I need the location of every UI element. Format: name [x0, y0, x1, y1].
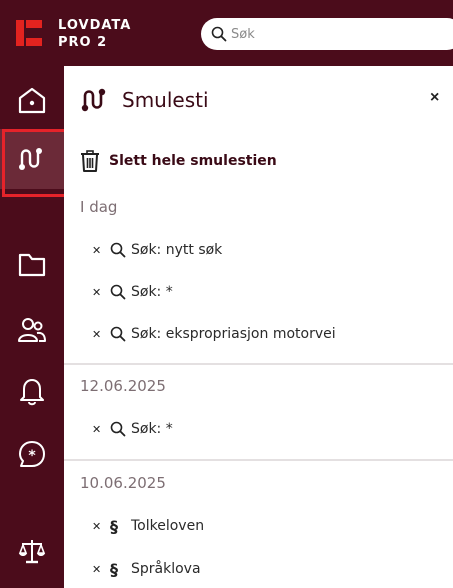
brand-line-1: LOVDATA: [58, 18, 132, 33]
search-input[interactable]: [231, 24, 451, 44]
breadcrumb-panel: Smulesti × Slett hele smulestien I dag ✕…: [64, 66, 453, 588]
panel-title: Smulesti: [122, 88, 209, 112]
group-divider: [64, 363, 453, 365]
list-item-label: Søk: ekspropriasjon motorvei: [131, 326, 336, 342]
nav-legal[interactable]: [0, 521, 64, 581]
brand-line-2: PRO 2: [58, 35, 108, 50]
search-icon: [211, 26, 227, 42]
nav-notifications[interactable]: [0, 361, 64, 421]
nav-breadcrumbs[interactable]: [0, 129, 70, 197]
remove-item-icon[interactable]: ✕: [92, 244, 101, 257]
nav-users[interactable]: [0, 300, 64, 360]
list-item[interactable]: ✕ Søk: *: [92, 419, 173, 439]
list-item-label: Språklova: [131, 561, 201, 577]
remove-item-icon[interactable]: ✕: [92, 286, 101, 299]
nav-home[interactable]: [0, 70, 64, 130]
paragraph-icon: §: [110, 559, 118, 579]
list-item-label: Søk: nytt søk: [131, 242, 223, 258]
remove-item-icon[interactable]: ✕: [92, 520, 101, 533]
list-item-label: Tolkeloven: [131, 518, 205, 534]
group-label-date: 12.06.2025: [80, 377, 166, 395]
nav-chat[interactable]: *: [0, 424, 64, 484]
scales-icon: [18, 540, 46, 564]
search-icon: [110, 284, 126, 300]
clear-all-label: Slett hele smulestien: [109, 153, 277, 169]
users-icon: [18, 318, 46, 342]
list-item[interactable]: ✕ Søk: ekspropriasjon motorvei: [92, 324, 336, 344]
paragraph-icon: §: [110, 516, 118, 536]
top-bar: LOVDATA PRO 2: [0, 0, 453, 66]
close-button[interactable]: ×: [430, 88, 439, 108]
breadcrumb-trail-icon: [81, 88, 106, 112]
left-nav-rail: *: [0, 66, 70, 588]
remove-item-icon[interactable]: ✕: [92, 328, 101, 341]
remove-item-icon[interactable]: ✕: [92, 423, 101, 436]
list-item[interactable]: ✕ Søk: nytt søk: [92, 240, 222, 260]
group-label-today: I dag: [80, 198, 118, 216]
group-label-date: 10.06.2025: [80, 474, 166, 492]
bell-icon: [20, 379, 44, 406]
group-divider: [64, 459, 453, 461]
lovdata-logo[interactable]: [16, 20, 42, 46]
list-item[interactable]: ✕ § Språklova: [92, 559, 201, 579]
breadcrumb-trail-icon: [19, 148, 42, 170]
list-item-label: Søk: *: [131, 421, 173, 437]
search-box[interactable]: [201, 18, 453, 50]
folder-icon: [18, 253, 46, 277]
trash-icon: [81, 150, 99, 172]
remove-item-icon[interactable]: ✕: [92, 563, 101, 576]
home-icon: [18, 87, 46, 114]
svg-text:*: *: [28, 448, 36, 464]
chat-asterisk-icon: *: [19, 441, 45, 467]
search-icon: [110, 326, 126, 342]
list-item[interactable]: ✕ § Tolkeloven: [92, 516, 204, 536]
search-icon: [110, 421, 126, 437]
panel-header: Smulesti: [80, 86, 209, 114]
list-item-label: Søk: *: [131, 284, 173, 300]
search-icon: [110, 242, 126, 258]
nav-folders[interactable]: [0, 234, 64, 294]
brand-name: LOVDATA PRO 2: [58, 17, 131, 51]
clear-all-button[interactable]: Slett hele smulestien: [80, 150, 277, 172]
list-item[interactable]: ✕ Søk: *: [92, 282, 173, 302]
